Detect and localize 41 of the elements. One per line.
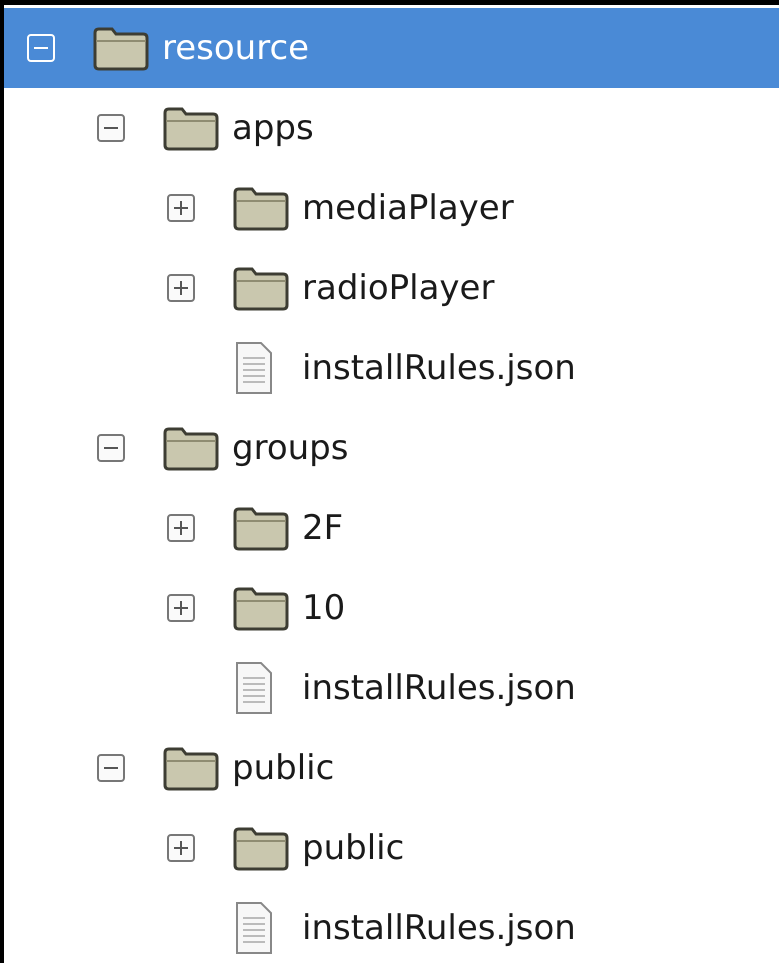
tree-row[interactable]: installRules.json bbox=[4, 888, 779, 963]
tree-item-label[interactable]: installRules.json bbox=[302, 662, 576, 714]
tree-item-label[interactable]: installRules.json bbox=[302, 342, 576, 394]
expand-icon[interactable] bbox=[166, 513, 196, 543]
selected-tree-row[interactable]: resource bbox=[4, 8, 779, 88]
expand-icon[interactable] bbox=[166, 273, 196, 303]
tree-row[interactable]: radioPlayer bbox=[4, 248, 779, 328]
tree-row[interactable]: 10 bbox=[4, 568, 779, 648]
expand-icon[interactable] bbox=[166, 593, 196, 623]
tree-item-label[interactable]: installRules.json bbox=[302, 902, 576, 954]
tree-item-label[interactable]: resource bbox=[162, 22, 310, 74]
tree-row[interactable]: 2F bbox=[4, 488, 779, 568]
tree-row[interactable]: groups bbox=[4, 408, 779, 488]
tree-row[interactable]: apps bbox=[4, 88, 779, 168]
tree-item-label[interactable]: groups bbox=[232, 422, 348, 474]
folder-icon bbox=[232, 265, 290, 311]
tree-row[interactable]: installRules.json bbox=[4, 328, 779, 408]
folder-icon bbox=[232, 585, 290, 631]
folder-icon bbox=[232, 185, 290, 231]
expand-icon[interactable] bbox=[166, 193, 196, 223]
folder-icon bbox=[162, 425, 220, 471]
tree-row[interactable]: public bbox=[4, 808, 779, 888]
expand-icon[interactable] bbox=[166, 833, 196, 863]
collapse-icon[interactable] bbox=[96, 433, 126, 463]
folder-icon bbox=[232, 505, 290, 551]
collapse-icon[interactable] bbox=[96, 113, 126, 143]
collapse-icon[interactable] bbox=[96, 753, 126, 783]
folder-icon bbox=[92, 25, 150, 71]
tree-item-label[interactable]: 10 bbox=[302, 582, 346, 634]
tree-item-label[interactable]: mediaPlayer bbox=[302, 182, 514, 234]
tree-item-label[interactable]: 2F bbox=[302, 502, 344, 554]
tree-item-label[interactable]: apps bbox=[232, 102, 314, 154]
folder-icon bbox=[232, 825, 290, 871]
tree-item-label[interactable]: public bbox=[302, 822, 404, 874]
folder-icon bbox=[162, 105, 220, 151]
tree-row[interactable]: installRules.json bbox=[4, 648, 779, 728]
tree-item-label[interactable]: radioPlayer bbox=[302, 262, 494, 314]
tree-row[interactable]: public bbox=[4, 728, 779, 808]
folder-icon bbox=[162, 745, 220, 791]
tree-item-label[interactable]: public bbox=[232, 742, 334, 794]
tree-row[interactable]: mediaPlayer bbox=[4, 168, 779, 248]
